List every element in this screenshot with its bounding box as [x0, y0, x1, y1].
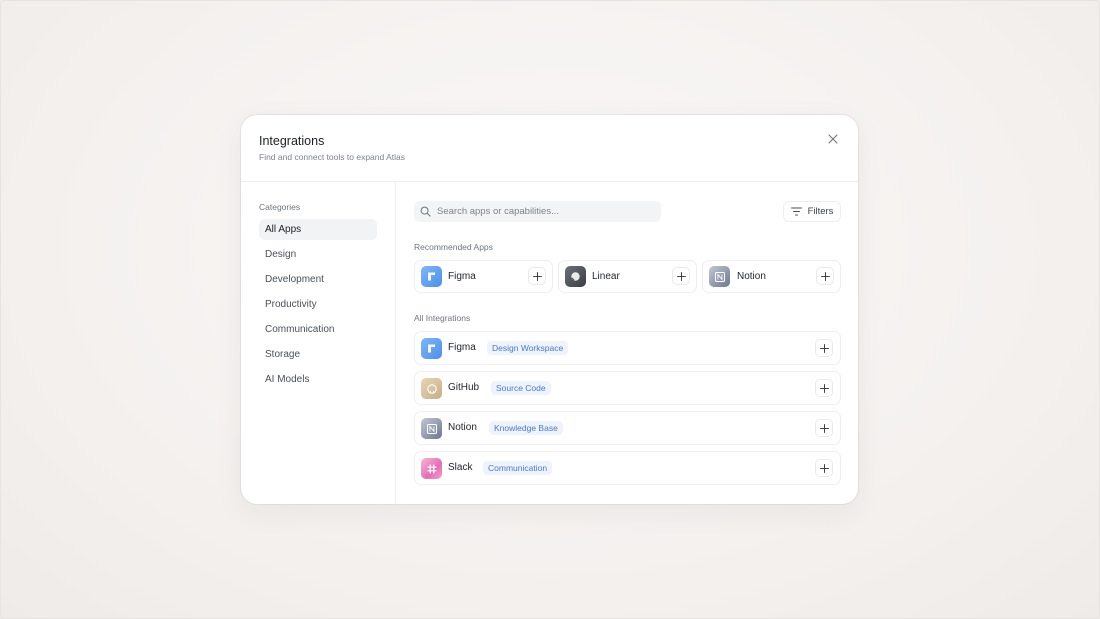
plus-icon	[819, 383, 829, 393]
filters-button[interactable]: Filters	[783, 201, 841, 222]
notion-icon	[421, 418, 442, 439]
category-sidebar: Categories All Apps Design Development P…	[241, 182, 396, 504]
integration-row-github[interactable]: GitHub Source Code	[414, 371, 841, 405]
app-name: GitHub	[448, 382, 480, 393]
category-tag: Communication	[483, 461, 553, 475]
category-ai-models[interactable]: AI Models	[259, 369, 377, 390]
close-button[interactable]	[826, 132, 840, 146]
plus-icon	[676, 271, 686, 281]
recommended-card-notion[interactable]: Notion	[702, 260, 841, 293]
add-notion-button[interactable]	[815, 419, 833, 437]
app-name: Notion	[737, 271, 766, 282]
plus-icon	[819, 343, 829, 353]
search-box	[414, 201, 661, 222]
app-name: Notion	[448, 422, 477, 433]
main-panel: Filters Recommended Apps Figma Linear	[396, 182, 858, 504]
plus-icon	[820, 271, 830, 281]
category-design[interactable]: Design	[259, 244, 377, 265]
github-icon	[421, 378, 442, 399]
dialog-subtitle: Find and connect tools to expand Atlas	[259, 152, 406, 162]
add-slack-button[interactable]	[815, 459, 833, 477]
integrations-dialog: Integrations Find and connect tools to e…	[241, 115, 858, 504]
app-name: Linear	[592, 271, 620, 282]
plus-icon	[819, 463, 829, 473]
categories-heading: Categories	[259, 202, 301, 212]
add-notion-button[interactable]	[816, 267, 834, 285]
dialog-title: Integrations	[259, 134, 325, 148]
search-input[interactable]	[437, 206, 647, 217]
category-communication[interactable]: Communication	[259, 319, 377, 340]
add-figma-button[interactable]	[528, 267, 546, 285]
app-name: Figma	[448, 342, 476, 353]
add-figma-button[interactable]	[815, 339, 833, 357]
dialog-header: Integrations Find and connect tools to e…	[241, 115, 858, 182]
category-tag: Knowledge Base	[489, 421, 563, 435]
all-integrations-heading: All Integrations	[414, 313, 471, 323]
notion-icon	[709, 266, 730, 287]
search-icon	[420, 206, 431, 217]
recommended-card-figma[interactable]: Figma	[414, 260, 553, 293]
slack-icon	[421, 458, 442, 479]
integration-row-slack[interactable]: Slack Communication	[414, 451, 841, 485]
app-name: Figma	[448, 271, 476, 282]
plus-icon	[819, 423, 829, 433]
close-icon	[828, 134, 838, 144]
category-tag: Source Code	[491, 381, 551, 395]
category-tag: Design Workspace	[487, 341, 569, 355]
category-productivity[interactable]: Productivity	[259, 294, 377, 315]
category-storage[interactable]: Storage	[259, 344, 377, 365]
app-name: Slack	[448, 462, 473, 473]
figma-icon	[421, 266, 442, 287]
category-development[interactable]: Development	[259, 269, 377, 290]
add-github-button[interactable]	[815, 379, 833, 397]
plus-icon	[532, 271, 542, 281]
linear-icon	[565, 266, 586, 287]
filter-icon	[790, 207, 802, 216]
integration-row-figma[interactable]: Figma Design Workspace	[414, 331, 841, 365]
integration-row-notion[interactable]: Notion Knowledge Base	[414, 411, 841, 445]
add-linear-button[interactable]	[672, 267, 690, 285]
category-all-apps[interactable]: All Apps	[259, 219, 377, 240]
filters-label: Filters	[807, 206, 834, 217]
recommended-card-linear[interactable]: Linear	[558, 260, 697, 293]
figma-icon	[421, 338, 442, 359]
recommended-heading: Recommended Apps	[414, 242, 493, 252]
